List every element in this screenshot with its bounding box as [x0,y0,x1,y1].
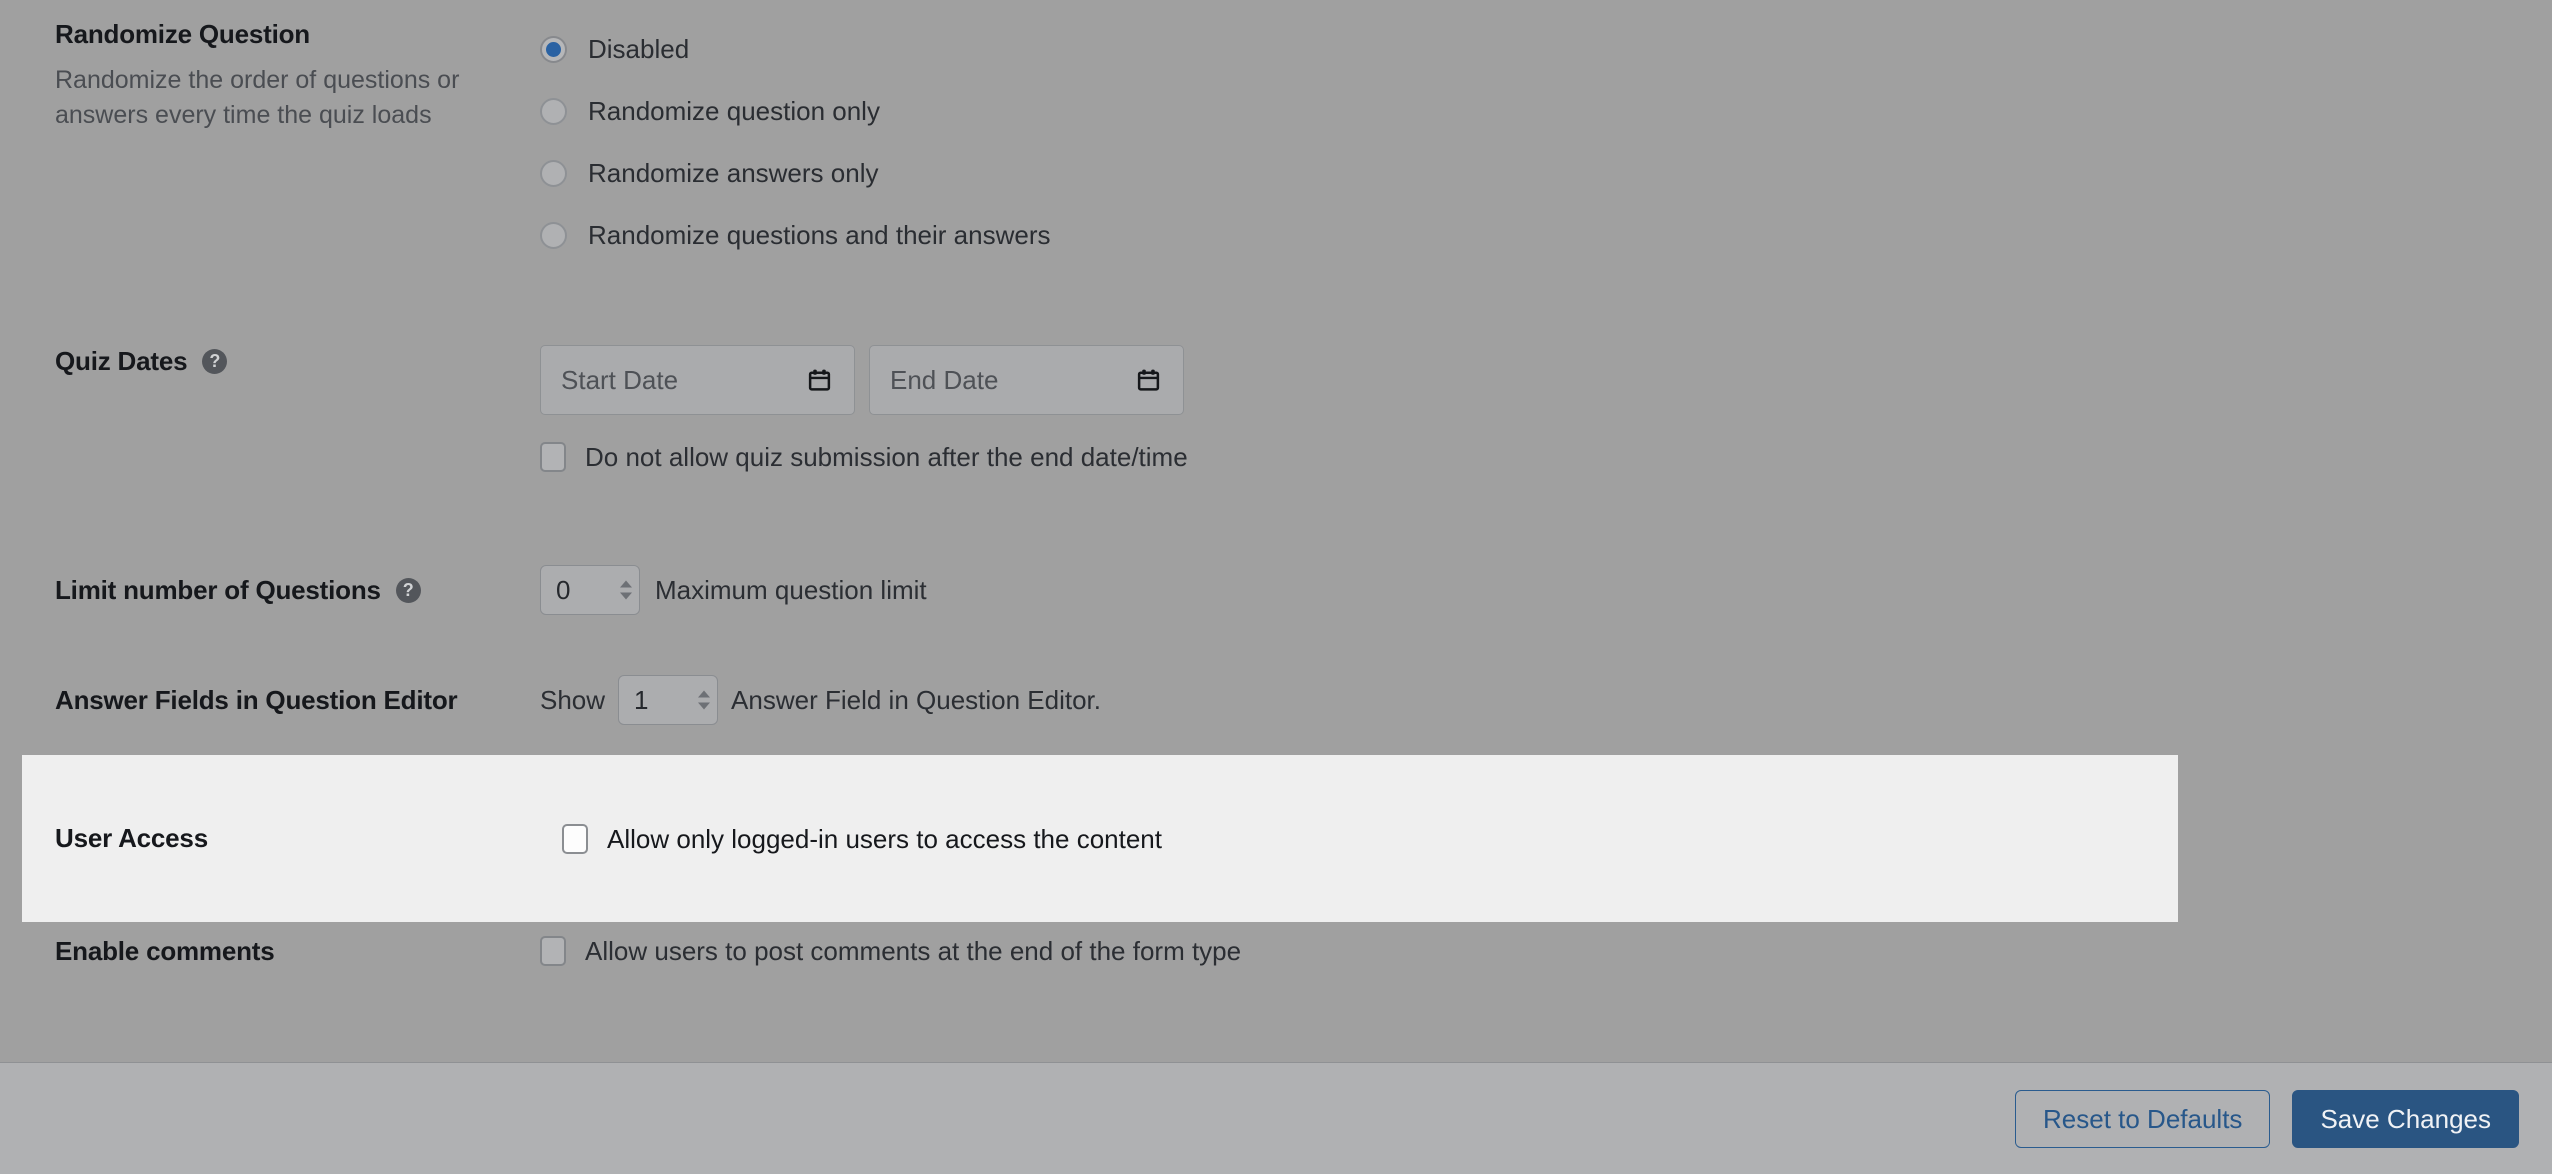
randomize-question-radio-group: Disabled Randomize question only Randomi… [540,18,2552,266]
help-circle-icon[interactable]: ? [202,348,228,374]
answer-fields-title: Answer Fields in Question Editor [55,684,458,715]
save-changes-button[interactable]: Save Changes [2292,1089,2519,1148]
answer-fields-value: 1 [634,685,649,715]
randomize-question-description: Randomize the order of questions or answ… [55,65,460,130]
checkbox-icon[interactable] [540,936,566,967]
quiz-dates-title: Quiz Dates [55,346,188,376]
checkbox-icon[interactable] [540,442,566,472]
answer-fields-label-col: Answer Fields in Question Editor [0,684,540,717]
no-submission-after-end-date-checkbox-row[interactable]: Do not allow quiz submission after the e… [540,442,2552,472]
user-access-field-col: Allow only logged-in users to access the… [562,823,2178,854]
setting-row-user-access: User Access Allow only logged-in users t… [22,755,2178,922]
answer-fields-number-input[interactable]: 1 [618,675,719,725]
limit-questions-field-col: 0 Maximum question limit [540,565,2552,615]
quiz-dates-field-col: Start Date End Date Do not allow quiz su… [540,345,2552,472]
enable-comments-label-col: Enable comments [0,935,540,968]
enable-comments-checkbox-label: Allow users to post comments at the end … [585,936,1242,967]
help-circle-icon[interactable]: ? [395,577,421,603]
limit-questions-label-col: Limit number of Questions ? [0,574,540,607]
randomize-question-title: Randomize Question [55,19,310,49]
answer-fields-control: Show 1 Answer Field in Question Editor. [540,675,2552,725]
radio-mark-icon[interactable] [540,97,567,125]
end-date-placeholder: End Date [890,364,999,395]
setting-row-answer-fields: Answer Fields in Question Editor Show 1 … [0,675,2552,725]
no-submission-after-end-date-label: Do not allow quiz submission after the e… [585,442,1188,472]
setting-row-randomize-question: Randomize Question Randomize the order o… [0,18,2552,266]
radio-mark-icon[interactable] [540,221,567,249]
number-stepper[interactable] [620,580,632,600]
limit-questions-title: Limit number of Questions [55,574,381,605]
limit-questions-value: 0 [556,575,571,605]
user-access-checkbox-row[interactable]: Allow only logged-in users to access the… [562,823,2178,854]
user-access-label-col: User Access [22,822,562,855]
calendar-icon[interactable] [1136,367,1161,393]
enable-comments-field-col: Allow users to post comments at the end … [540,936,2552,967]
randomize-question-label-col: Randomize Question Randomize the order o… [0,18,540,134]
limit-questions-number-input[interactable]: 0 [540,565,640,615]
answer-fields-prefix-text: Show [540,685,606,715]
stepper-up-icon[interactable] [698,690,711,698]
limit-questions-control: 0 Maximum question limit [540,565,2552,615]
setting-row-quiz-dates: Quiz Dates ? Start Date End Date Do not … [0,345,2552,472]
radio-option-label: Disabled [588,34,690,64]
calendar-icon[interactable] [807,367,832,393]
setting-row-enable-comments: Enable comments Allow users to post comm… [0,935,2552,968]
setting-row-limit-questions: Limit number of Questions ? 0 Maximum qu… [0,565,2552,615]
radio-mark-icon[interactable] [540,159,567,187]
enable-comments-checkbox-row[interactable]: Allow users to post comments at the end … [540,936,2552,967]
stepper-up-icon[interactable] [620,580,632,588]
quiz-dates-inputs: Start Date End Date [540,345,2552,415]
limit-questions-suffix-text: Maximum question limit [655,575,927,605]
answer-fields-field-col: Show 1 Answer Field in Question Editor. [540,675,2552,725]
settings-body: Randomize Question Randomize the order o… [0,0,2552,1062]
radio-option-randomize-answers-only[interactable]: Randomize answers only [540,142,2552,204]
radio-option-disabled[interactable]: Disabled [540,18,2552,80]
randomize-question-field-col: Disabled Randomize question only Randomi… [540,18,2552,266]
enable-comments-title: Enable comments [55,936,275,966]
limit-questions-title-group: Limit number of Questions ? [55,574,540,607]
radio-option-randomize-questions-and-answers[interactable]: Randomize questions and their answers [540,204,2552,266]
radio-option-randomize-question-only[interactable]: Randomize question only [540,80,2552,142]
reset-to-defaults-button[interactable]: Reset to Defaults [2015,1089,2271,1148]
start-date-input[interactable]: Start Date [540,345,855,415]
start-date-placeholder: Start Date [561,364,679,395]
stepper-down-icon[interactable] [698,702,711,710]
user-access-checkbox-label: Allow only logged-in users to access the… [607,823,1162,854]
user-access-title: User Access [55,823,208,854]
answer-fields-suffix-text: Answer Field in Question Editor. [731,685,1102,715]
end-date-input[interactable]: End Date [869,345,1184,415]
settings-screen: Randomize Question Randomize the order o… [0,0,2552,1174]
radio-option-label: Randomize answers only [588,158,879,188]
stepper-down-icon[interactable] [620,592,632,600]
radio-option-label: Randomize question only [588,96,880,126]
number-stepper[interactable] [698,690,711,710]
settings-footer: Reset to Defaults Save Changes [0,1062,2552,1174]
radio-mark-icon[interactable] [540,35,567,63]
radio-option-label: Randomize questions and their answers [588,220,1051,250]
quiz-dates-title-group: Quiz Dates ? [55,345,540,378]
quiz-dates-label-col: Quiz Dates ? [0,345,540,378]
checkbox-icon[interactable] [562,823,588,854]
